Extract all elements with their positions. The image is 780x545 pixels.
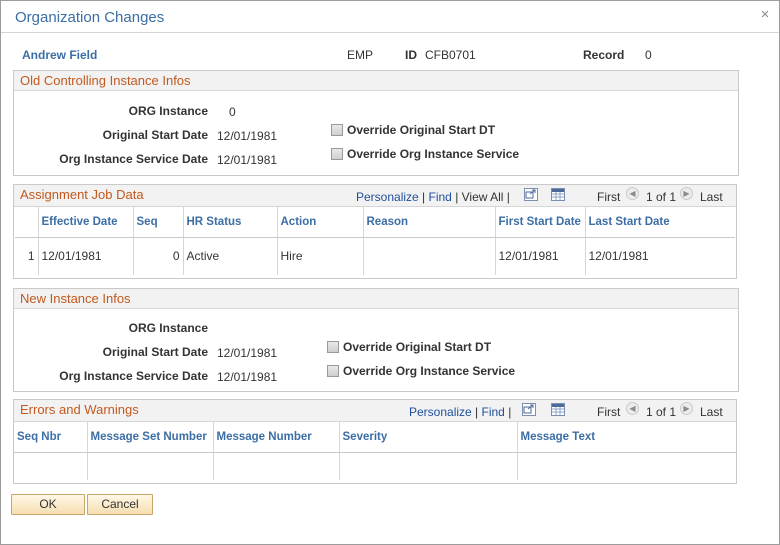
- new-original-start-label: Original Start Date: [102, 345, 208, 359]
- record-value: 0: [645, 48, 652, 62]
- new-instance-header: New Instance Infos: [14, 289, 738, 309]
- errors-prev-icon[interactable]: ◀: [626, 402, 639, 415]
- assignment-table: Effective Date Seq HR Status Action Reas…: [15, 207, 735, 275]
- severity-cell: [339, 452, 518, 480]
- errors-table: Seq Nbr Message Set Number Message Numbe…: [14, 422, 736, 480]
- id-label: ID: [405, 48, 417, 62]
- old-override-service-label: Override Org Instance Service: [347, 147, 520, 161]
- hr-status-header: HR Status: [183, 207, 278, 238]
- errors-nav: Personalize | Find |: [409, 405, 512, 419]
- assignment-first-label: First: [597, 190, 621, 204]
- assignment-personalize-link[interactable]: Personalize: [356, 190, 419, 204]
- new-override-service-checkbox[interactable]: [327, 365, 339, 377]
- assignment-last-label: Last: [700, 190, 723, 204]
- title-divider: [1, 32, 779, 33]
- assignment-header-row: Effective Date Seq HR Status Action Reas…: [15, 207, 735, 238]
- new-service-date-value: 12/01/1981: [217, 370, 278, 384]
- cancel-button[interactable]: Cancel: [87, 494, 153, 515]
- ok-button[interactable]: OK: [11, 494, 85, 515]
- first-start-date-cell: 12/01/1981: [495, 237, 586, 275]
- errors-range: 1 of 1: [646, 405, 677, 419]
- employee-type: EMP: [347, 48, 374, 62]
- close-icon[interactable]: ×: [758, 7, 772, 23]
- first-start-date-header: First Start Date: [495, 207, 586, 238]
- errors-find-link[interactable]: Find: [482, 405, 505, 419]
- old-original-start-label: Original Start Date: [102, 128, 208, 142]
- employee-name: Andrew Field: [22, 48, 98, 62]
- assignment-next-icon[interactable]: ▶: [680, 187, 693, 200]
- reason-header: Reason: [363, 207, 496, 238]
- message-number-cell: [213, 452, 340, 480]
- last-start-date-cell: 12/01/1981: [588, 249, 649, 264]
- new-org-instance-label: ORG Instance: [128, 321, 208, 335]
- errors-first-label: First: [597, 405, 621, 419]
- assignment-title: Assignment Job Data: [20, 187, 144, 202]
- old-override-start-label: Override Original Start DT: [347, 123, 496, 137]
- last-start-date-header: Last Start Date: [585, 207, 735, 238]
- old-instance-title: Old Controlling Instance Infos: [20, 73, 191, 88]
- seq-header: Seq: [133, 207, 184, 238]
- seq-nbr-cell: [14, 452, 88, 480]
- message-text-cell: [517, 452, 736, 480]
- organization-changes-dialog: Organization Changes × Andrew Field EMP …: [0, 0, 780, 545]
- new-service-date-label: Org Instance Service Date: [59, 369, 208, 383]
- assignment-range: 1 of 1: [646, 190, 677, 204]
- zoom-window-icon[interactable]: [522, 403, 536, 416]
- assignment-find-link[interactable]: Find: [429, 190, 452, 204]
- hr-status-cell: Active: [183, 237, 278, 275]
- old-original-start-value: 12/01/1981: [217, 129, 278, 143]
- errors-last-label: Last: [700, 405, 723, 419]
- message-text-header: Message Text: [517, 422, 736, 453]
- action-cell: Hire: [277, 237, 364, 275]
- spreadsheet-icon[interactable]: [551, 403, 565, 416]
- zoom-window-icon[interactable]: [524, 188, 538, 201]
- spreadsheet-icon[interactable]: [551, 188, 565, 201]
- effective-date-header: Effective Date: [38, 207, 134, 238]
- message-set-number-cell: [87, 452, 214, 480]
- action-header: Action: [277, 207, 364, 238]
- new-override-start-checkbox[interactable]: [327, 341, 339, 353]
- table-row: 1 12/01/1981 0 Active Hire 12/01/1981 12…: [15, 237, 735, 275]
- assignment-view-all-link[interactable]: View All: [462, 190, 504, 204]
- errors-title: Errors and Warnings: [20, 402, 139, 417]
- effective-date-cell: 12/01/1981: [38, 237, 134, 275]
- row-number: 1: [15, 237, 39, 275]
- seq-nbr-header: Seq Nbr: [14, 422, 88, 453]
- severity-header: Severity: [339, 422, 518, 453]
- errors-next-icon[interactable]: ▶: [680, 402, 693, 415]
- old-service-date-value: 12/01/1981: [217, 153, 278, 167]
- new-override-start-label: Override Original Start DT: [343, 340, 492, 354]
- errors-header-row: Seq Nbr Message Set Number Message Numbe…: [14, 422, 736, 453]
- record-label: Record: [583, 48, 625, 62]
- id-value: CFB0701: [425, 48, 476, 62]
- new-original-start-value: 12/01/1981: [217, 346, 278, 360]
- reason-cell: [363, 237, 496, 275]
- table-row: [14, 452, 736, 480]
- dialog-title: Organization Changes: [15, 9, 165, 26]
- old-org-instance-value: 0: [229, 105, 236, 119]
- assignment-prev-icon[interactable]: ◀: [626, 187, 639, 200]
- old-org-instance-label: ORG Instance: [128, 104, 208, 118]
- old-instance-header: Old Controlling Instance Infos: [14, 71, 738, 91]
- message-number-header: Message Number: [213, 422, 340, 453]
- new-instance-title: New Instance Infos: [20, 291, 131, 306]
- new-override-service-label: Override Org Instance Service: [343, 364, 516, 378]
- message-set-number-header: Message Set Number: [87, 422, 214, 453]
- errors-personalize-link[interactable]: Personalize: [409, 405, 472, 419]
- seq-cell: 0: [133, 237, 184, 275]
- assignment-nav: Personalize | Find | View All |: [356, 190, 510, 204]
- row-number-header: [15, 207, 39, 238]
- old-override-start-checkbox[interactable]: [331, 124, 343, 136]
- old-override-service-checkbox[interactable]: [331, 148, 343, 160]
- old-service-date-label: Org Instance Service Date: [59, 152, 208, 166]
